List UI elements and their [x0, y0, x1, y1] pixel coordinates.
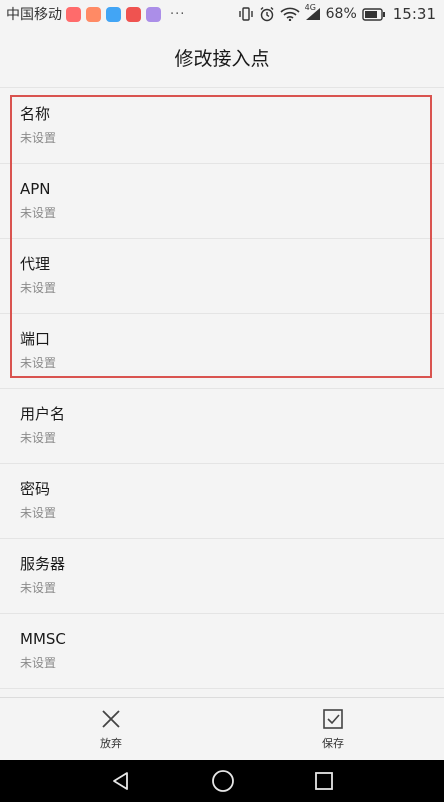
setting-row-proxy[interactable]: 代理 未设置	[0, 239, 444, 314]
setting-row-username[interactable]: 用户名 未设置	[0, 389, 444, 464]
discard-button[interactable]: 放弃	[0, 698, 222, 760]
checkbox-icon	[323, 708, 343, 729]
setting-value: 未设置	[20, 506, 57, 520]
save-button[interactable]: 保存	[222, 698, 444, 760]
setting-row-port[interactable]: 端口 未设置	[0, 314, 444, 389]
setting-label: MMSC	[20, 630, 66, 648]
notification-app-icon	[66, 6, 81, 22]
header: 修改接入点	[0, 28, 444, 88]
wifi-icon	[280, 7, 300, 21]
battery-icon	[362, 7, 386, 21]
status-bar: 中国移动 ··· 4G 68% 15:31	[0, 0, 444, 28]
discard-label: 放弃	[100, 736, 122, 750]
setting-row-name[interactable]: 名称 未设置	[0, 89, 444, 164]
nav-back-button[interactable]	[110, 770, 132, 792]
more-notifications-icon: ···	[170, 6, 186, 22]
vibrate-icon	[238, 7, 254, 21]
square-recent-icon	[315, 772, 334, 790]
battery-percent: 68%	[325, 6, 357, 22]
nav-home-button[interactable]	[211, 769, 235, 793]
carrier-name: 中国移动	[6, 7, 62, 23]
close-icon	[102, 709, 120, 728]
clock: 15:31	[392, 5, 436, 23]
setting-value: 未设置	[20, 131, 57, 145]
setting-label: 名称	[20, 105, 51, 123]
setting-value: 未设置	[20, 431, 57, 445]
apn-settings-list: 名称 未设置 APN 未设置 代理 未设置 端口 未设置 用户名 未设置 密码 …	[0, 89, 444, 689]
nav-recent-button[interactable]	[314, 771, 334, 791]
bottom-action-bar: 放弃 保存	[0, 697, 444, 760]
notification-app-icon	[106, 6, 121, 22]
system-nav-bar	[0, 760, 444, 802]
setting-row-apn[interactable]: APN 未设置	[0, 164, 444, 239]
page-title: 修改接入点	[174, 48, 270, 70]
setting-value: 未设置	[20, 281, 57, 295]
setting-value: 未设置	[20, 206, 57, 220]
setting-value: 未设置	[20, 581, 57, 595]
network-type-label: 4G	[304, 3, 316, 12]
alarm-icon	[259, 6, 275, 22]
setting-label: 服务器	[20, 555, 66, 573]
setting-label: 端口	[20, 330, 51, 348]
setting-value: 未设置	[20, 356, 57, 370]
setting-row-mmsc[interactable]: MMSC 未设置	[0, 614, 444, 689]
save-label: 保存	[322, 736, 344, 750]
setting-row-password[interactable]: 密码 未设置	[0, 464, 444, 539]
triangle-back-icon	[112, 772, 128, 790]
notification-app-icon	[126, 6, 141, 22]
setting-label: 用户名	[20, 405, 66, 423]
notification-app-icon	[146, 6, 161, 22]
setting-value: 未设置	[20, 656, 57, 670]
circle-home-icon	[212, 770, 234, 792]
setting-row-server[interactable]: 服务器 未设置	[0, 539, 444, 614]
notification-app-icon	[86, 6, 101, 22]
signal-icon: 4G	[305, 3, 321, 21]
setting-label: APN	[20, 180, 51, 198]
setting-label: 密码	[20, 480, 51, 498]
setting-label: 代理	[20, 255, 51, 273]
